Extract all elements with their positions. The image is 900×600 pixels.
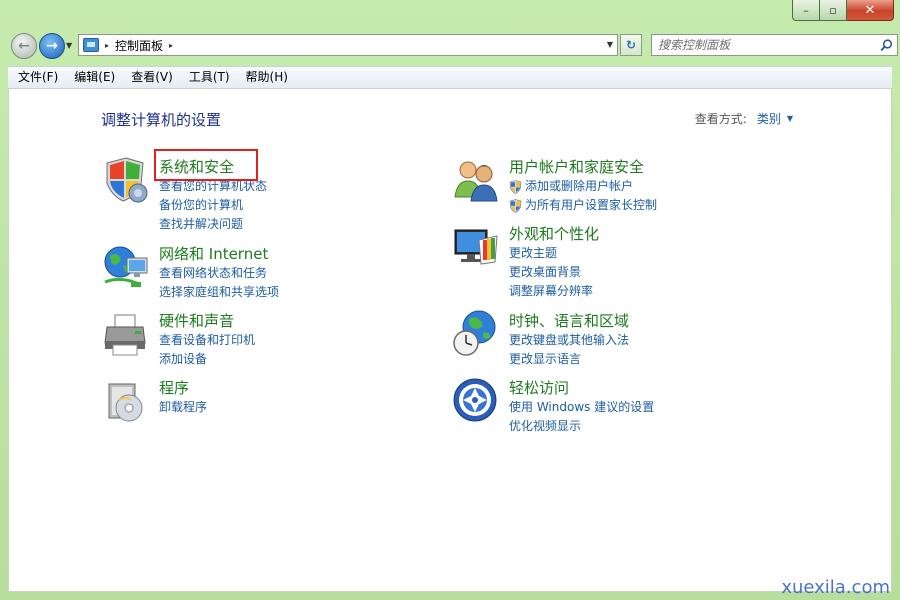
recent-pages-dropdown[interactable]: ▼ — [66, 41, 72, 50]
clock-globe-icon[interactable] — [451, 309, 501, 359]
monitor-palette-icon[interactable] — [451, 222, 501, 272]
link-homegroup-sharing[interactable]: 选择家庭组和共享选项 — [159, 283, 279, 302]
category-programs: 程序 卸载程序 — [101, 376, 207, 426]
watermark: xuexila.com — [781, 577, 890, 598]
uac-shield-icon — [509, 198, 522, 213]
breadcrumb-control-panel[interactable]: 控制面板 — [115, 37, 163, 54]
address-bar[interactable]: ▸ 控制面板 ▸ ▼ — [78, 34, 618, 56]
link-change-theme[interactable]: 更改主题 — [509, 244, 599, 263]
navigation-bar: ← → ▼ ▸ 控制面板 ▸ ▼ ↻ — [8, 31, 898, 61]
control-panel-window: – ▫ ✕ ← → ▼ ▸ 控制面板 ▸ ▼ ↻ 文件(F) 编辑(E) — [0, 0, 900, 600]
programs-disc-icon[interactable] — [101, 376, 151, 426]
close-button[interactable]: ✕ — [847, 0, 894, 21]
back-button[interactable]: ← — [11, 33, 37, 59]
breadcrumb-separator-end[interactable]: ▸ — [169, 41, 173, 50]
minimize-button[interactable]: – — [792, 0, 820, 21]
window-controls: – ▫ ✕ — [792, 0, 894, 21]
content-pane: 调整计算机的设置 查看方式: 类别 ▼ 系统和安全 查看您的计算机状态 备份您的… — [8, 88, 892, 592]
chevron-down-icon[interactable]: ▼ — [787, 114, 793, 123]
link-keyboards-input[interactable]: 更改键盘或其他输入法 — [509, 331, 629, 350]
forward-button[interactable]: → — [39, 33, 65, 59]
link-parental-controls[interactable]: 为所有用户设置家长控制 — [509, 196, 657, 215]
category-title-programs[interactable]: 程序 — [159, 378, 207, 398]
menu-bar: 文件(F) 编辑(E) 查看(V) 工具(T) 帮助(H) — [8, 66, 892, 89]
link-optimize-display[interactable]: 优化视频显示 — [509, 417, 654, 436]
search-icon[interactable] — [875, 38, 897, 52]
link-desktop-background[interactable]: 更改桌面背景 — [509, 263, 599, 282]
category-title-user-accounts[interactable]: 用户帐户和家庭安全 — [509, 157, 657, 177]
view-by-label: 查看方式: — [694, 112, 747, 126]
link-add-device[interactable]: 添加设备 — [159, 350, 255, 369]
highlight-annotation — [154, 149, 258, 181]
users-icon[interactable] — [451, 155, 501, 205]
breadcrumb-separator[interactable]: ▸ — [105, 41, 109, 50]
control-panel-icon — [83, 38, 99, 52]
menu-view[interactable]: 查看(V) — [123, 67, 181, 88]
link-devices-printers[interactable]: 查看设备和打印机 — [159, 331, 255, 350]
menu-tools[interactable]: 工具(T) — [181, 67, 238, 88]
category-clock-language: 时钟、语言和区域 更改键盘或其他输入法 更改显示语言 — [451, 309, 629, 369]
security-shield-icon[interactable] — [101, 155, 151, 205]
category-title-ease-of-access[interactable]: 轻松访问 — [509, 378, 654, 398]
search-input[interactable] — [652, 37, 875, 53]
ease-of-access-icon[interactable] — [451, 376, 501, 426]
link-screen-resolution[interactable]: 调整屏幕分辨率 — [509, 282, 599, 301]
link-display-language[interactable]: 更改显示语言 — [509, 350, 629, 369]
category-title-hardware-sound[interactable]: 硬件和声音 — [159, 311, 255, 331]
category-network-internet: 网络和 Internet 查看网络状态和任务 选择家庭组和共享选项 — [101, 242, 279, 302]
category-title-clock-language[interactable]: 时钟、语言和区域 — [509, 311, 629, 331]
menu-help[interactable]: 帮助(H) — [238, 67, 296, 88]
category-title-appearance[interactable]: 外观和个性化 — [509, 224, 599, 244]
link-backup-computer[interactable]: 备份您的计算机 — [159, 196, 267, 215]
category-user-accounts: 用户帐户和家庭安全 添加或删除用户帐户 为所有用户设置家长控制 — [451, 155, 657, 215]
address-dropdown-icon[interactable]: ▼ — [607, 40, 613, 49]
menu-edit[interactable]: 编辑(E) — [66, 67, 123, 88]
menu-file[interactable]: 文件(F) — [8, 67, 66, 88]
link-troubleshoot[interactable]: 查找并解决问题 — [159, 215, 267, 234]
network-globe-icon[interactable] — [101, 242, 151, 292]
search-box[interactable] — [651, 34, 898, 56]
view-by: 查看方式: 类别 ▼ — [695, 110, 793, 127]
link-uninstall-program[interactable]: 卸载程序 — [159, 398, 207, 417]
view-by-dropdown[interactable]: 类别 — [757, 110, 781, 127]
link-add-remove-accounts-label[interactable]: 添加或删除用户帐户 — [525, 177, 633, 196]
link-recommended-settings[interactable]: 使用 Windows 建议的设置 — [509, 398, 654, 417]
maximize-button[interactable]: ▫ — [820, 0, 847, 21]
category-ease-of-access: 轻松访问 使用 Windows 建议的设置 优化视频显示 — [451, 376, 654, 436]
link-parental-controls-label[interactable]: 为所有用户设置家长控制 — [525, 196, 657, 215]
link-add-remove-accounts[interactable]: 添加或删除用户帐户 — [509, 177, 657, 196]
category-hardware-sound: 硬件和声音 查看设备和打印机 添加设备 — [101, 309, 255, 369]
refresh-button[interactable]: ↻ — [620, 34, 642, 56]
printer-icon[interactable] — [101, 309, 151, 359]
category-appearance: 外观和个性化 更改主题 更改桌面背景 调整屏幕分辨率 — [451, 222, 599, 301]
category-title-network-internet[interactable]: 网络和 Internet — [159, 244, 279, 264]
link-network-status[interactable]: 查看网络状态和任务 — [159, 264, 279, 283]
page-title: 调整计算机的设置 — [101, 111, 222, 129]
uac-shield-icon — [509, 179, 522, 194]
